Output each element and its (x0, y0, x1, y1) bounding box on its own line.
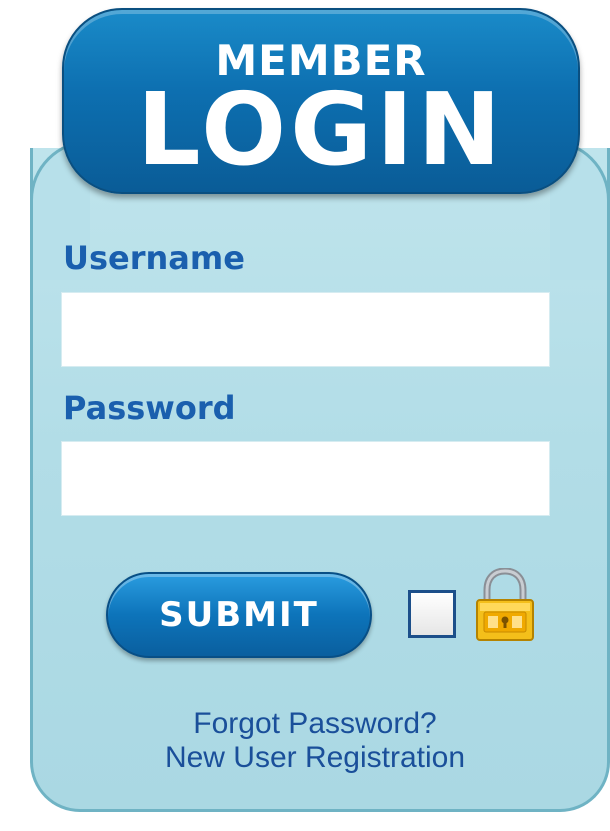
header-login-title: LOGIN (136, 71, 506, 188)
forgot-password-link[interactable]: Forgot Password? (10, 707, 610, 741)
submit-button[interactable]: SUBMIT (106, 572, 372, 658)
header-badge: MEMBER LOGIN (62, 8, 580, 194)
new-user-registration-link[interactable]: New User Registration (10, 741, 610, 775)
username-label: Username (63, 239, 245, 277)
password-label: Password (63, 389, 236, 427)
checkbox-icon[interactable] (408, 590, 456, 638)
login-widget: MEMBER LOGIN Username Password SUBMIT Fo… (0, 0, 610, 831)
username-input[interactable] (61, 292, 550, 367)
password-input[interactable] (61, 441, 550, 516)
padlock-icon (476, 568, 534, 641)
